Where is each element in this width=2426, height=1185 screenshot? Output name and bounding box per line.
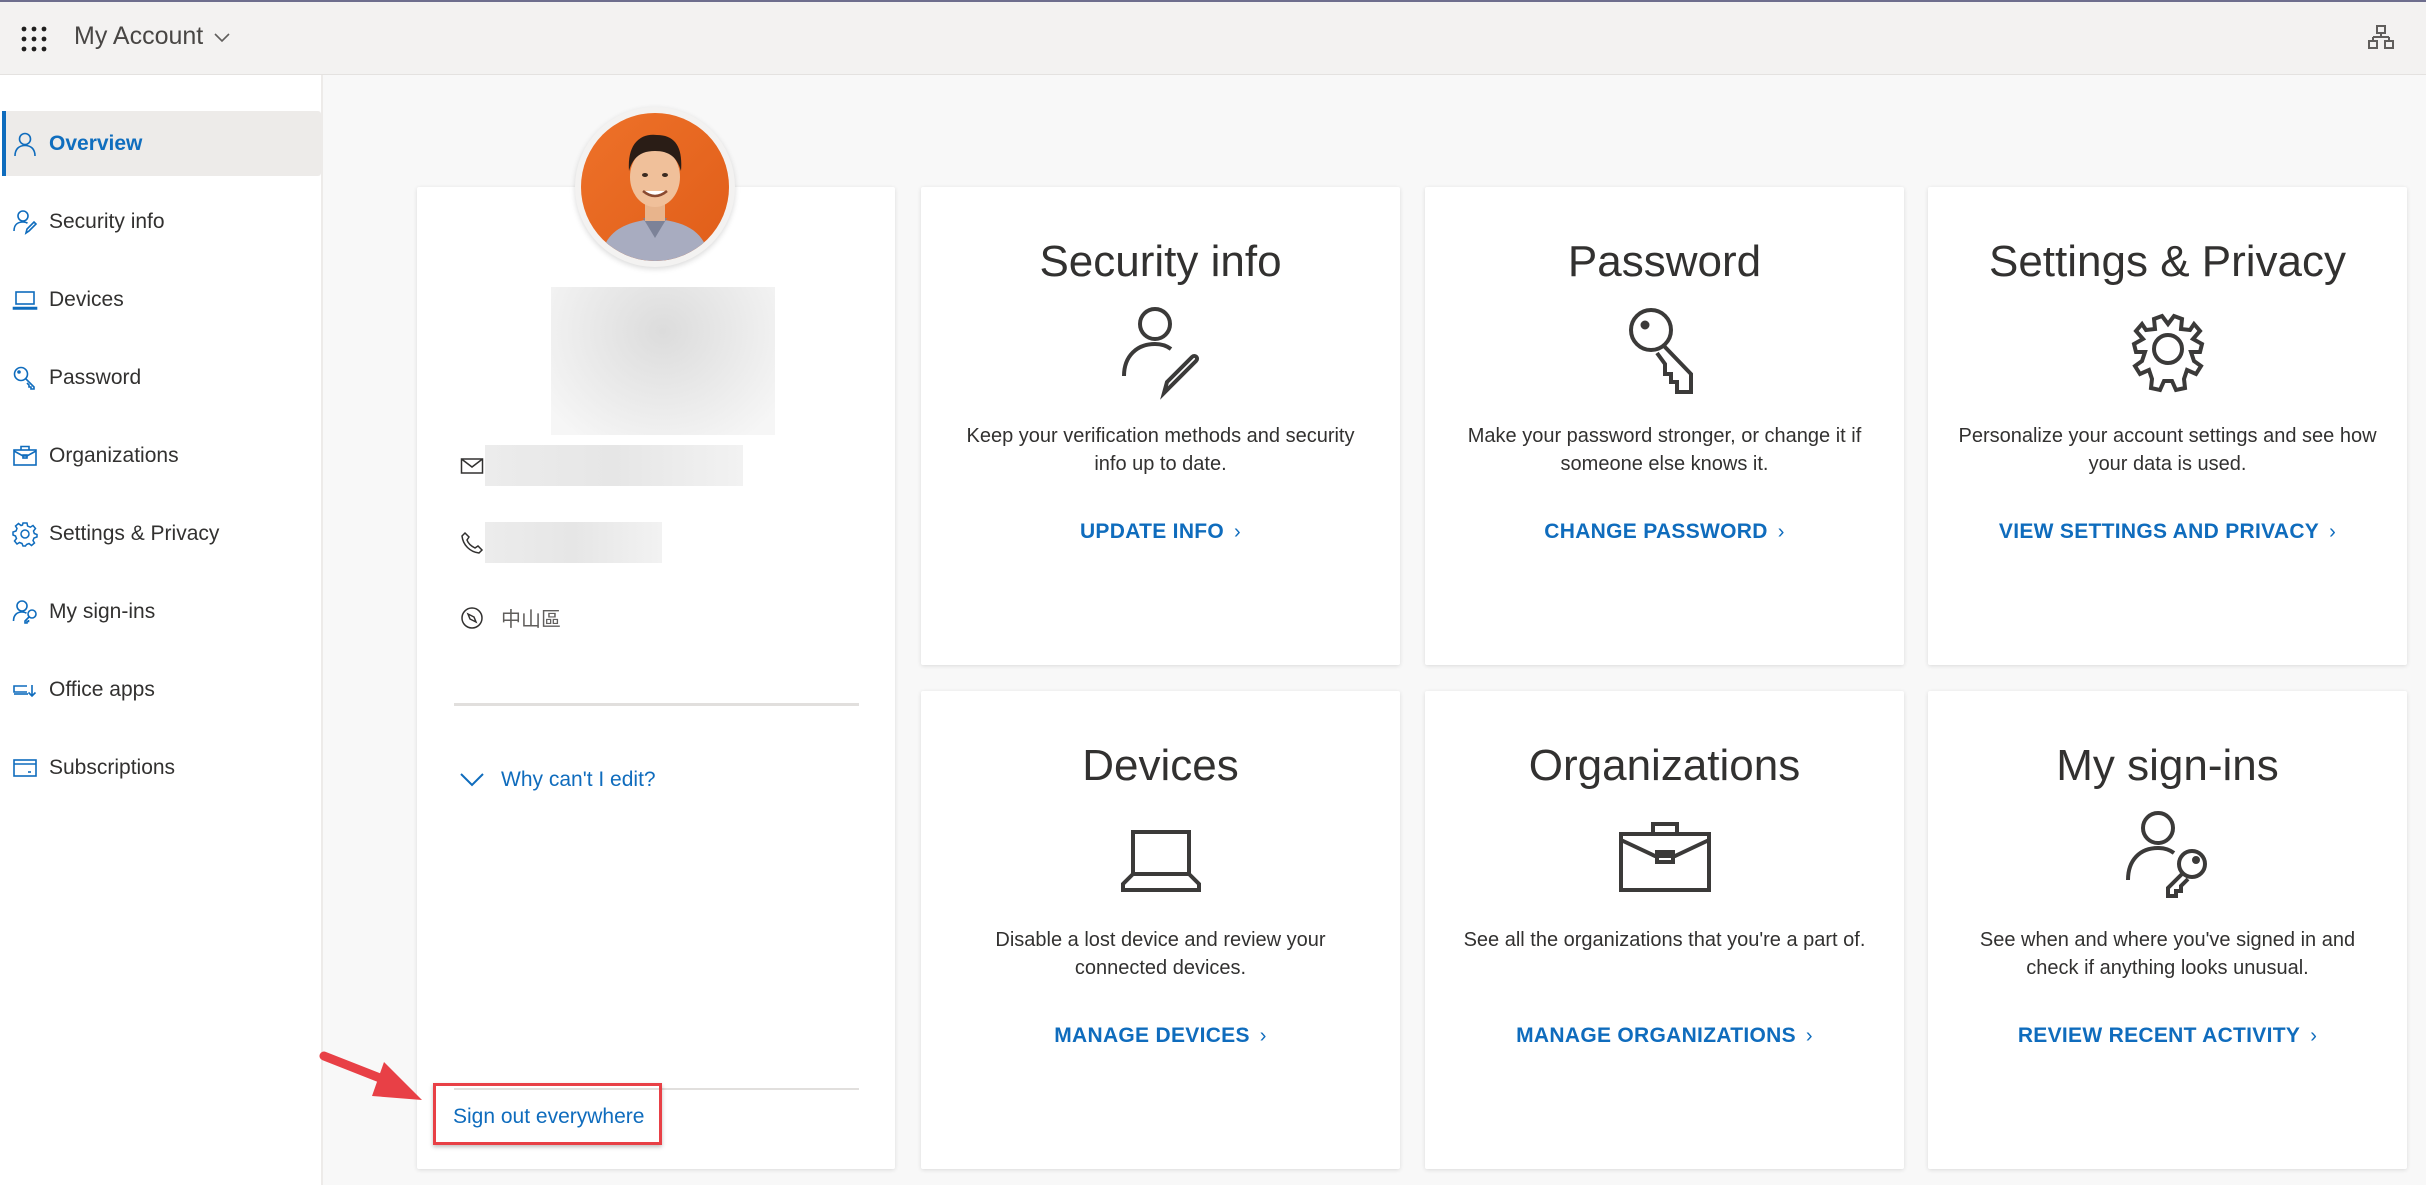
mail-icon (459, 453, 485, 479)
email-row (459, 445, 743, 486)
tile-title: Password (1567, 237, 1762, 286)
phone-redacted (485, 522, 662, 563)
sidebar-item-subscriptions[interactable]: Subscriptions (2, 735, 321, 800)
tile-description: See all the organizations that you're a … (1463, 929, 1866, 951)
tile-devices: Devices Disable a lost device and review… (921, 691, 1400, 1169)
sidebar-item-office-apps[interactable]: Office apps (2, 657, 321, 722)
sidebar-item-label: Organizations (49, 443, 179, 467)
arrow-annotation-icon (319, 1051, 422, 1100)
link-label: CHANGE PASSWORD (1544, 520, 1768, 543)
office-download-icon (11, 676, 39, 704)
chevron-right-icon: › (1805, 1025, 1813, 1047)
sidebar-item-label: Office apps (49, 677, 155, 701)
chevron-down-icon (460, 773, 484, 787)
person-key-icon (11, 598, 39, 626)
tile-description: Disable a lost device and review your co… (995, 929, 1326, 979)
sign-out-everywhere-link[interactable]: Sign out everywhere (453, 1105, 644, 1129)
briefcase-icon (1615, 808, 1715, 908)
tile-password: Password Make your password stronger, or… (1425, 187, 1904, 665)
briefcase-icon (11, 442, 39, 470)
person-key-icon (2118, 808, 2218, 908)
display-name-redacted (551, 287, 775, 435)
sidebar-item-label: Security info (49, 209, 165, 233)
tile-settings-privacy: Settings & Privacy Personalize your acco… (1928, 187, 2407, 665)
link-label: MANAGE ORGANIZATIONS (1516, 1024, 1796, 1047)
chevron-right-icon: › (1259, 1025, 1267, 1047)
sidebar-item-label: Devices (49, 287, 124, 311)
tile-title: Organizations (1528, 741, 1801, 790)
manage-organizations-link[interactable]: MANAGE ORGANIZATIONS › (1425, 1024, 1904, 1048)
link-label: REVIEW RECENT ACTIVITY (2017, 1024, 2301, 1047)
profile-photo (581, 113, 729, 261)
link-label: VIEW SETTINGS AND PRIVACY (1998, 520, 2320, 543)
link-label: UPDATE INFO (1079, 520, 1225, 543)
key-icon (11, 364, 39, 392)
sidebar-item-label: Password (49, 365, 142, 389)
person-icon (11, 130, 39, 158)
tile-description: See when and where you've signed in and … (1979, 929, 2356, 979)
app-title: My Account (74, 22, 204, 50)
location-row: 中山區 (459, 603, 561, 632)
sidebar-item-password[interactable]: Password (2, 345, 321, 410)
chevron-right-icon: › (2329, 521, 2337, 543)
link-label: MANAGE DEVICES (1054, 1024, 1250, 1047)
sidebar-item-devices[interactable]: Devices (2, 267, 321, 332)
view-settings-and-privacy-link[interactable]: VIEW SETTINGS AND PRIVACY › (1928, 520, 2407, 544)
manage-devices-link[interactable]: MANAGE DEVICES › (921, 1024, 1400, 1048)
tile-title: Settings & Privacy (1988, 237, 2347, 286)
tile-security-info: Security info Keep your verification met… (921, 187, 1400, 665)
tile-description: Make your password stronger, or change i… (1467, 425, 1862, 475)
key-icon (1615, 304, 1715, 404)
avatar[interactable] (575, 107, 735, 267)
sidebar-item-overview[interactable]: Overview (2, 111, 321, 176)
gear-icon (11, 520, 39, 548)
org-chart-icon[interactable] (2368, 25, 2394, 51)
waffle-icon[interactable] (20, 25, 48, 53)
app-title-dropdown[interactable]: My Account (74, 22, 231, 51)
tile-title: Devices (1082, 741, 1239, 790)
phone-row (459, 522, 662, 563)
change-password-link[interactable]: CHANGE PASSWORD › (1425, 520, 1904, 544)
tile-title: Security info (1039, 237, 1282, 286)
top-bar: My Account (0, 0, 2426, 75)
why-cant-edit-label: Why can't I edit? (501, 768, 656, 791)
sidebar-item-settings-privacy[interactable]: Settings & Privacy (2, 501, 321, 566)
card-icon (11, 754, 39, 782)
compass-icon (459, 605, 485, 631)
location-text: 中山區 (501, 607, 561, 631)
chevron-right-icon: › (1234, 521, 1242, 543)
tile-organizations: Organizations See all the organizations … (1425, 691, 1904, 1169)
update-info-link[interactable]: UPDATE INFO › (921, 520, 1400, 544)
sidebar-item-label: My sign-ins (49, 599, 156, 623)
tile-my-sign-ins: My sign-ins See when and where you've si… (1928, 691, 2407, 1169)
person-edit-icon (11, 208, 39, 236)
tile-description: Keep your verification methods and secur… (966, 425, 1355, 475)
email-redacted (485, 445, 743, 486)
laptop-icon (11, 286, 39, 314)
chevron-down-icon (214, 32, 230, 42)
laptop-icon (1111, 808, 1211, 908)
review-recent-activity-link[interactable]: REVIEW RECENT ACTIVITY › (1928, 1024, 2407, 1048)
sidebar-item-label: Overview (49, 131, 143, 155)
chevron-right-icon: › (2310, 1025, 2318, 1047)
gear-icon (2118, 304, 2218, 404)
why-cant-edit-toggle[interactable]: Why can't I edit? (459, 768, 656, 792)
sidebar: Overview Security info Devices Password … (0, 75, 323, 1185)
tile-title: My sign-ins (2056, 741, 2279, 790)
sidebar-item-security-info[interactable]: Security info (2, 189, 321, 254)
tile-description: Personalize your account settings and se… (1958, 425, 2377, 475)
sidebar-item-organizations[interactable]: Organizations (2, 423, 321, 488)
sidebar-item-label: Settings & Privacy (49, 521, 220, 545)
chevron-right-icon: › (1777, 521, 1785, 543)
sidebar-item-label: Subscriptions (49, 755, 176, 779)
profile-divider (454, 703, 859, 706)
phone-icon (459, 530, 485, 556)
person-edit-icon (1111, 304, 1211, 404)
sidebar-item-my-sign-ins[interactable]: My sign-ins (2, 579, 321, 644)
